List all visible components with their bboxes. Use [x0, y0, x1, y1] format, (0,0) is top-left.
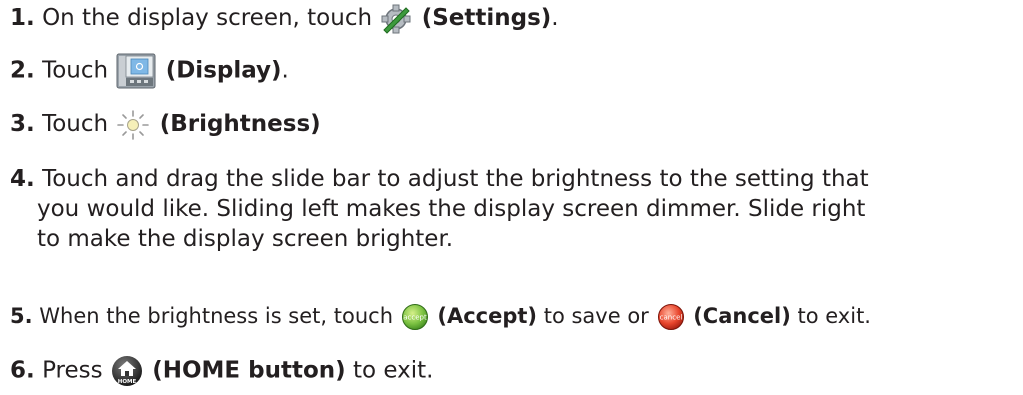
- step-6: 6. Press HOME (HOME button) to exit.: [10, 355, 433, 387]
- step-number: 4.: [10, 166, 35, 192]
- step-number: 2.: [10, 57, 35, 84]
- step-text-after: .: [551, 5, 559, 31]
- step-3: 3. Touch (Brightness): [10, 109, 321, 140]
- display-icon: [116, 53, 156, 89]
- step-line-1: 4. Touch and drag the slide bar to adjus…: [10, 164, 1010, 194]
- step-text: Press: [42, 357, 103, 384]
- step-number: 1.: [10, 5, 35, 31]
- step-bold-label-2: (Cancel): [693, 304, 791, 328]
- step-bold-label: (Display): [165, 57, 282, 84]
- brightness-icon: [116, 109, 150, 140]
- cancel-icon-text: cancel: [659, 314, 682, 322]
- step-text: Touch: [42, 111, 109, 137]
- step-bold-label: (Settings): [421, 5, 552, 31]
- step-4: 4. Touch and drag the slide bar to adjus…: [10, 164, 1010, 254]
- step-number: 3.: [10, 111, 35, 137]
- home-icon-text: HOME: [118, 379, 137, 385]
- step-1: 1. On the display screen, touch (Setting…: [10, 3, 559, 34]
- step-text: Touch: [42, 57, 109, 84]
- home-icon: HOME: [111, 355, 143, 387]
- step-2: 2. Touch (Display).: [10, 53, 289, 89]
- step-bold-label: (HOME button): [152, 357, 346, 384]
- step-text-after: .: [281, 57, 289, 84]
- step-line-3: to make the display screen brighter.: [37, 226, 454, 252]
- step-text-after: to exit.: [352, 357, 434, 384]
- step-number: 6.: [10, 357, 35, 384]
- step-text-middle: to save or: [543, 304, 649, 328]
- step-text: Touch and drag the slide bar to adjust t…: [42, 166, 869, 192]
- step-text: When the brightness is set, touch: [39, 304, 393, 328]
- step-text: On the display screen, touch: [42, 5, 373, 31]
- step-line-2: you would like. Sliding left makes the d…: [37, 196, 866, 222]
- cancel-icon: cancel: [657, 303, 685, 331]
- step-bold-label: (Brightness): [159, 111, 321, 137]
- step-number: 5.: [10, 304, 33, 328]
- accept-icon-text: accept: [403, 314, 427, 322]
- settings-icon: [380, 4, 412, 34]
- accept-icon: accept: [401, 303, 429, 331]
- step-text-after: to exit.: [797, 304, 871, 328]
- step-5: 5. When the brightness is set, touch acc…: [10, 301, 871, 331]
- step-bold-label: (Accept): [437, 304, 538, 328]
